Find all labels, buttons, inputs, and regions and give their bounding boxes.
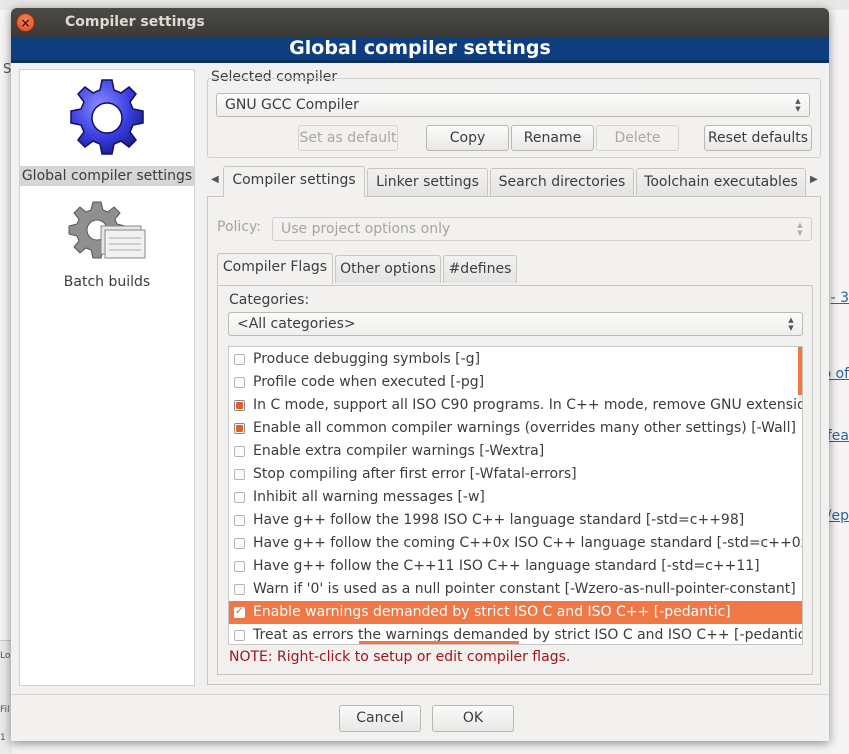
spinner-arrows-icon: ▲ ▼ (797, 221, 803, 237)
compiler-flags-panel: Categories: <All categories> ▲ ▼ Produce … (217, 285, 813, 675)
flag-label: Enable warnings demanded by strict ISO C… (253, 604, 731, 620)
close-icon[interactable]: × (16, 13, 35, 32)
tab-compiler-settings[interactable]: Compiler settings (223, 166, 365, 197)
background-link[interactable]: - 3 (831, 290, 849, 306)
spinner-arrows-icon: ▲ ▼ (788, 316, 794, 332)
tab-toolchain-executables[interactable]: Toolchain executables (636, 168, 806, 196)
copy-button[interactable]: Copy (426, 125, 509, 151)
tab-scroll-left-icon[interactable]: ◀ (211, 174, 219, 185)
compiler-select[interactable]: GNU GCC Compiler ▲ ▼ (216, 93, 810, 117)
flag-label: Produce debugging symbols [-g] (253, 351, 481, 367)
flag-label: Have g++ follow the C++11 ISO C++ langua… (253, 558, 760, 574)
flag-row[interactable]: Have g++ follow the 1998 ISO C++ languag… (229, 509, 802, 532)
flag-checkbox[interactable] (234, 400, 245, 411)
flag-checkbox[interactable] (234, 354, 245, 365)
flag-label: Enable all common compiler warnings (ove… (253, 420, 796, 436)
background-text-fragment: 1 (0, 733, 6, 743)
categories-select-value: <All categories> (237, 316, 356, 332)
background-text-fragment: Lo (0, 651, 11, 661)
footer-divider (11, 694, 829, 695)
title-bar[interactable]: × Compiler settings (11, 8, 829, 37)
flag-checkbox[interactable] (234, 469, 245, 480)
batch-builds-icon (68, 201, 146, 259)
page-title: Global compiler settings (11, 37, 829, 63)
policy-select-value: Use project options only (281, 221, 451, 237)
flag-label: Treat as errors the warnings demanded by… (253, 627, 802, 643)
flag-row[interactable]: Profile code when executed [-pg] (229, 371, 802, 394)
flag-row[interactable]: Have g++ follow the coming C++0x ISO C++… (229, 532, 802, 555)
compiler-subtabs: Compiler Flags Other options #defines (217, 253, 813, 285)
flag-checkbox[interactable] (234, 492, 245, 503)
sidebar-item-global-compiler-settings[interactable]: Global compiler settings (20, 76, 194, 186)
flag-checkbox[interactable] (234, 561, 245, 572)
compiler-flags-list[interactable]: Produce debugging symbols [-g] Profile c… (228, 346, 803, 645)
tab-other-options[interactable]: Other options (335, 255, 441, 283)
background-text-fragment: Fil (0, 705, 10, 715)
policy-select[interactable]: Use project options only ▲ ▼ (272, 217, 812, 241)
flag-checkbox[interactable] (234, 607, 245, 618)
tab-compiler-flags[interactable]: Compiler Flags (217, 253, 333, 284)
tab-scroll-right-icon[interactable]: ▶ (810, 174, 818, 185)
ok-button[interactable]: OK (432, 705, 514, 732)
delete-button[interactable]: Delete (596, 125, 679, 151)
flag-checkbox[interactable] (234, 538, 245, 549)
flag-row[interactable]: Inhibit all warning messages [-w] (229, 486, 802, 509)
rename-button[interactable]: Rename (511, 125, 594, 151)
flag-checkbox[interactable] (234, 630, 245, 641)
tab-search-directories[interactable]: Search directories (490, 168, 634, 196)
flag-checkbox[interactable] (234, 515, 245, 526)
cancel-button[interactable]: Cancel (339, 705, 421, 732)
background-link[interactable]: fea (827, 428, 849, 444)
vertical-scrollbar[interactable] (798, 347, 802, 395)
flag-row[interactable]: Warn if '0' is used as a null pointer co… (229, 578, 802, 601)
flag-label: Have g++ follow the coming C++0x ISO C++… (253, 535, 802, 551)
sidebar-item-batch-builds[interactable]: Batch builds (20, 198, 194, 290)
horizontal-scrollbar[interactable] (359, 641, 519, 644)
settings-tabs: ◀ Compiler settings Linker settings Sear… (207, 166, 819, 197)
reset-defaults-button[interactable]: Reset defaults (704, 125, 812, 151)
flag-checkbox[interactable] (234, 446, 245, 457)
flag-label: In C mode, support all ISO C90 programs.… (253, 397, 802, 413)
flag-row[interactable]: Produce debugging symbols [-g] (229, 348, 802, 371)
tab-linker-settings[interactable]: Linker settings (367, 168, 488, 196)
flag-row[interactable]: Stop compiling after first error [-Wfata… (229, 463, 802, 486)
flag-label: Inhibit all warning messages [-w] (253, 489, 485, 505)
flag-label: Have g++ follow the 1998 ISO C++ languag… (253, 512, 745, 528)
compiler-settings-panel: Policy: Use project options only ▲ ▼ Comp… (207, 196, 821, 685)
spinner-arrows-icon: ▲ ▼ (795, 97, 801, 113)
compiler-select-value: GNU GCC Compiler (225, 97, 359, 113)
flag-row[interactable]: Have g++ follow the C++11 ISO C++ langua… (229, 555, 802, 578)
compiler-settings-dialog: × Compiler settings Global compiler sett… (11, 8, 829, 741)
window-title: Compiler settings (65, 14, 205, 30)
tab-defines[interactable]: #defines (443, 255, 517, 283)
selected-compiler-group: GNU GCC Compiler ▲ ▼ Set as default Copy … (207, 78, 821, 158)
flag-label: Profile code when executed [-pg] (253, 374, 485, 390)
flag-checkbox[interactable] (234, 584, 245, 595)
flag-row[interactable]: In C mode, support all ISO C90 programs.… (229, 394, 802, 417)
flag-row[interactable]: Enable extra compiler warnings [-Wextra] (229, 440, 802, 463)
sidebar-item-label: Global compiler settings (20, 166, 194, 186)
set-as-default-button[interactable]: Set as default (298, 125, 398, 151)
background-link[interactable]: /ep (827, 508, 849, 524)
flag-row-selected[interactable]: Enable warnings demanded by strict ISO C… (229, 601, 802, 624)
flag-label: Stop compiling after first error [-Wfata… (253, 466, 577, 482)
flag-checkbox[interactable] (234, 377, 245, 388)
categories-select[interactable]: <All categories> ▲ ▼ (228, 312, 803, 336)
gear-icon (70, 79, 144, 155)
flag-row[interactable]: Enable all common compiler warnings (ove… (229, 417, 802, 440)
sidebar-item-label: Batch builds (63, 274, 151, 290)
flag-label: Warn if '0' is used as a null pointer co… (253, 581, 796, 597)
flag-label: Enable extra compiler warnings [-Wextra] (253, 443, 545, 459)
policy-label: Policy: (217, 219, 261, 235)
flag-checkbox[interactable] (234, 423, 245, 434)
categories-label: Categories: (229, 292, 310, 308)
settings-category-list: Global compiler settings Batch builds (19, 69, 195, 686)
flags-note: NOTE: Right-click to setup or edit compi… (229, 649, 571, 665)
